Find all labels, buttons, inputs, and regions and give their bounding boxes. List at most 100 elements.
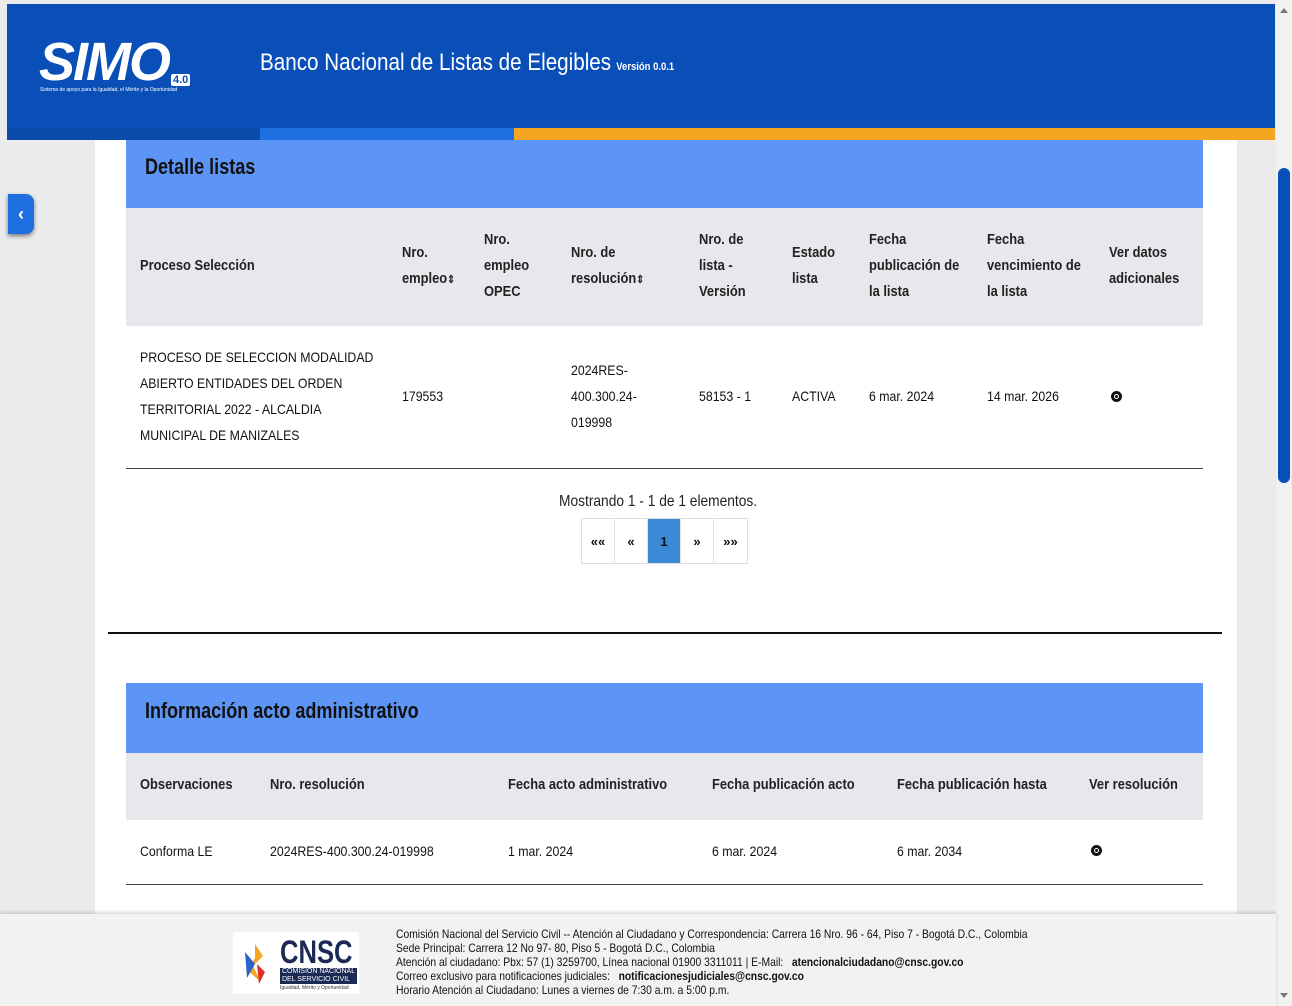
cnsc-logo-sub-l1: COMISIÓN NACIONAL — [282, 968, 356, 975]
cell-nro-resolucion: 2024RES- 400.300.24- 019998 — [571, 357, 637, 435]
col-opec-l1: Nro. — [484, 231, 510, 248]
footer-judicial-email-link[interactable]: notificacionesjudiciales@cnsc.gov.co — [619, 969, 804, 983]
simo-logo-text: SIMO — [39, 32, 171, 92]
col-fven-l1: Fecha — [987, 231, 1025, 248]
cell-proceso-l1: PROCESO DE SELECCION MODALIDAD — [140, 349, 374, 365]
cell-resol-l3: 019998 — [571, 414, 613, 430]
acto-header: Información acto administrativo — [126, 683, 1203, 753]
col-ver-l1: Ver datos — [1109, 244, 1168, 261]
app-title: Banco Nacional de Listas de Elegibles Ver… — [260, 49, 674, 77]
col-fven-l2: vencimiento de — [987, 257, 1081, 274]
footer-contact-info: Comisión Nacional del Servicio Civil -- … — [396, 927, 1028, 997]
col-fpub-l1: Fecha — [869, 231, 907, 248]
scroll-up-arrow-icon[interactable] — [1280, 8, 1288, 13]
col-estado-l2: lista — [792, 270, 818, 287]
col-lista-l1: Nro. de — [699, 231, 744, 248]
detalle-listas-title: Detalle listas — [145, 154, 256, 179]
simo-logo-version: 4.0 — [171, 74, 191, 86]
cell-nro-lista: 58153 - 1 — [699, 388, 752, 404]
header-stripe-dark — [7, 128, 260, 140]
page-next-button[interactable]: » — [681, 519, 714, 563]
cnsc-emblem-icon — [245, 944, 265, 984]
col-observaciones: Observaciones — [140, 776, 233, 793]
cell-fecha-vencimiento: 14 mar. 2026 — [987, 388, 1059, 404]
page-1-button[interactable]: 1 — [648, 519, 681, 563]
col-nro-empleo-opec: Nro. empleo OPEC — [484, 227, 529, 305]
cell-proceso: PROCESO DE SELECCION MODALIDAD ABIERTO E… — [140, 344, 373, 448]
cnsc-logo[interactable]: CNSC COMISIÓN NACIONAL DEL SERVICIO CIVI… — [233, 932, 359, 994]
cnsc-logo-sub: COMISIÓN NACIONAL DEL SERVICIO CIVIL — [280, 968, 358, 984]
main-content: Detalle listas Proceso Selección Nro. em… — [95, 140, 1237, 914]
chevron-left-icon: ‹ — [18, 203, 24, 224]
col-nro-empleo[interactable]: Nro. empleo⇕ — [402, 240, 455, 293]
col-nro-empleo-l2: empleo — [402, 270, 448, 287]
row-divider — [126, 884, 1203, 885]
footer-line-2: Sede Principal: Carrera 12 No 97- 80, Pi… — [396, 941, 715, 955]
footer-line-3: Atención al ciudadano: Pbx: 57 (1) 32597… — [396, 955, 1028, 969]
detalle-table-header: Proceso Selección Nro. empleo⇕ Nro. empl… — [126, 208, 1203, 326]
section-divider — [108, 632, 1222, 634]
acto-title: Información acto administrativo — [145, 698, 419, 723]
col-fecha-publicacion-acto: Fecha publicación acto — [712, 776, 855, 793]
footer-email-link[interactable]: atencionalciudadano@cnsc.gov.co — [792, 955, 964, 969]
col-resol-l2: resolución — [571, 270, 637, 287]
col-lista-l3: Versión — [699, 283, 746, 300]
cell-resol-l1: 2024RES- — [571, 362, 628, 378]
col-nro-resolucion[interactable]: Nro. de resolución⇕ — [571, 240, 644, 293]
sidebar-toggle-button[interactable]: ‹ — [8, 194, 34, 234]
col-resol-l1: Nro. de — [571, 244, 616, 261]
footer-line-4: Correo exclusivo para notificaciones jud… — [396, 969, 1028, 983]
header-stripe-orange — [514, 128, 1275, 140]
scroll-down-arrow-icon[interactable] — [1280, 993, 1288, 998]
col-fecha-publicacion-hasta: Fecha publicación hasta — [897, 776, 1047, 793]
col-ver-datos: Ver datos adicionales — [1109, 240, 1179, 292]
app-header: SIMO 4.0 Sistema de apoyo para la Iguald… — [7, 4, 1275, 128]
detalle-listas-header: Detalle listas — [126, 140, 1203, 208]
cell-fecha-acto: 1 mar. 2024 — [508, 843, 574, 859]
col-nro-lista: Nro. de lista - Versión — [699, 227, 746, 305]
col-proceso: Proceso Selección — [140, 257, 255, 274]
col-estado-l1: Estado — [792, 244, 836, 261]
acto-table-header: Observaciones Nro. resolución Fecha acto… — [126, 753, 1203, 820]
sort-icon[interactable]: ⇕ — [636, 274, 644, 286]
col-fven-l3: la lista — [987, 283, 1028, 300]
cnsc-logo-tagline: Igualdad, Mérito y Oportunidad — [280, 985, 349, 991]
col-ver-l2: adicionales — [1109, 270, 1180, 287]
header-stripe-blue — [260, 128, 514, 140]
page-prev-button[interactable]: « — [615, 519, 648, 563]
col-fecha-vencimiento: Fecha vencimiento de la lista — [987, 227, 1081, 305]
cell-nro-empleo: 179553 — [402, 388, 444, 404]
cell-fecha-publicacion: 6 mar. 2024 — [869, 388, 935, 404]
page-last-button[interactable]: »» — [714, 519, 747, 563]
col-fpub-l2: publicación de — [869, 257, 960, 274]
sort-icon[interactable]: ⇕ — [447, 274, 455, 286]
pagination: «« « 1 » »» — [581, 518, 748, 564]
col-fecha-acto: Fecha acto administrativo — [508, 776, 668, 793]
col-fpub-l3: la lista — [869, 283, 910, 300]
cnsc-logo-name: CNSC — [280, 934, 353, 970]
simo-logo[interactable]: SIMO 4.0 Sistema de apoyo para la Iguald… — [39, 34, 199, 96]
col-opec-l3: OPEC — [484, 283, 521, 300]
row-divider — [126, 468, 1203, 469]
footer-line-5: Horario Atención al Ciudadano: Lunes a v… — [396, 983, 730, 997]
eye-icon[interactable] — [1091, 845, 1102, 856]
eye-icon[interactable] — [1111, 391, 1122, 402]
footer-line-4-text: Correo exclusivo para notificaciones jud… — [396, 969, 610, 983]
col-estado-lista: Estado lista — [792, 240, 835, 292]
col-ver-resolucion: Ver resolución — [1089, 776, 1178, 793]
cell-proceso-l3: TERRITORIAL 2022 - ALCALDIA — [140, 401, 322, 417]
app-title-text: Banco Nacional de Listas de Elegibles — [260, 49, 612, 76]
cell-observaciones: Conforma LE — [140, 843, 213, 859]
cnsc-logo-sub-l2: DEL SERVICIO CIVIL — [282, 976, 351, 983]
col-lista-l2: lista - — [699, 257, 733, 274]
footer-line-1: Comisión Nacional del Servicio Civil -- … — [396, 927, 1028, 941]
col-fecha-publicacion: Fecha publicación de la lista — [869, 227, 959, 305]
page-first-button[interactable]: «« — [582, 519, 615, 563]
cell-estado: ACTIVA — [792, 388, 836, 404]
simo-logo-tagline: Sistema de apoyo para la Igualdad, el Mé… — [40, 87, 178, 93]
col-opec-l2: empleo — [484, 257, 530, 274]
page-scrollbar[interactable] — [1276, 0, 1292, 1006]
scrollbar-thumb[interactable] — [1278, 168, 1290, 483]
app-version: Versión 0.0.1 — [616, 61, 675, 73]
cell-resol-l2: 400.300.24- — [571, 388, 637, 404]
